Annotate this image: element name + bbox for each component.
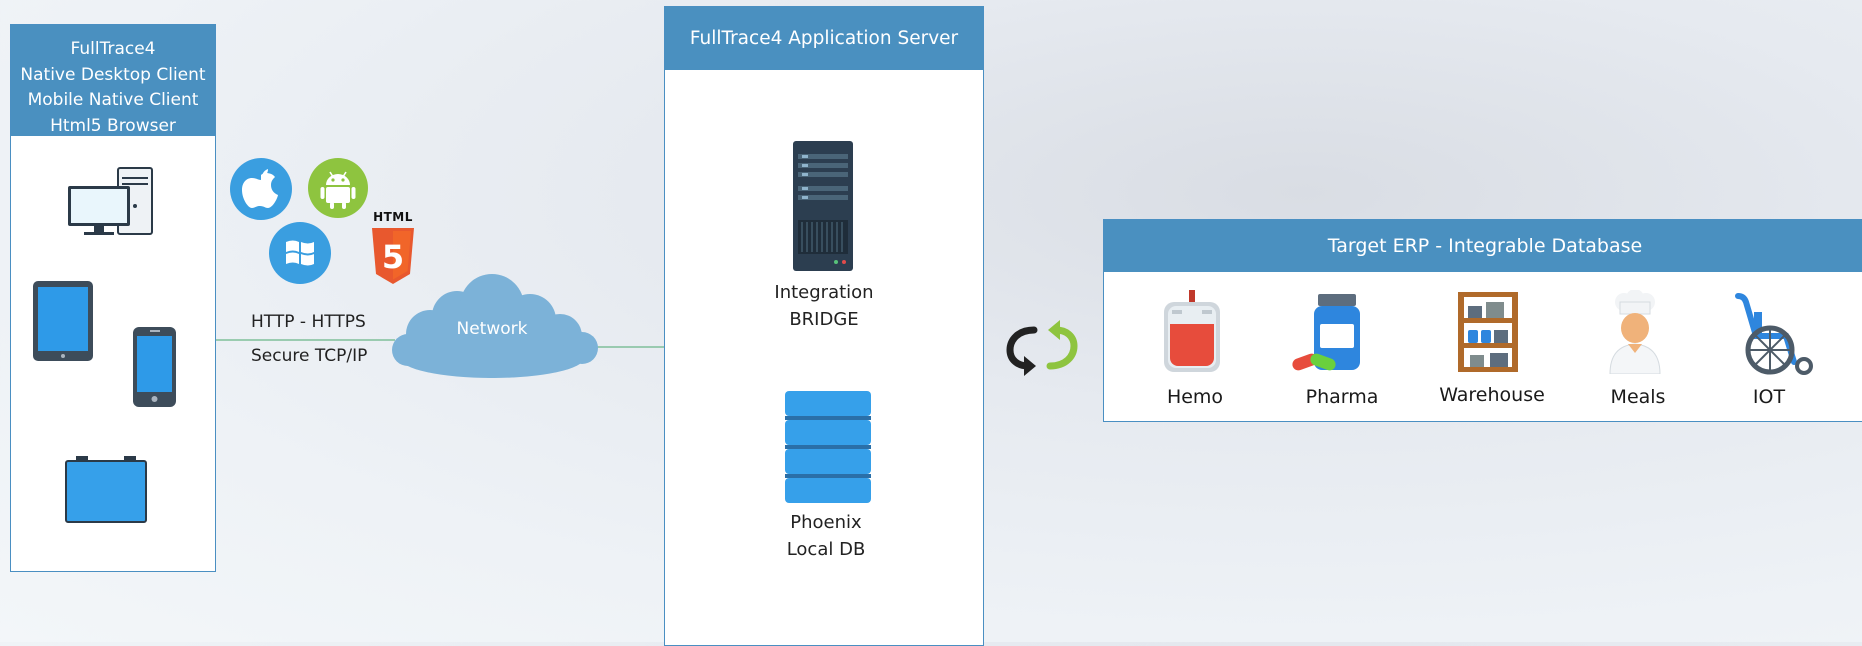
client-mobile-label: Mobile Native Client <box>27 90 199 110</box>
phoenix-db-label: Phoenix Local DB <box>766 509 886 563</box>
pill-bottle-icon <box>1292 294 1360 371</box>
client-desktop-label: Native Desktop Client <box>20 64 206 85</box>
client-title: FullTrace4 <box>70 39 156 59</box>
erp-module-warehouse: Warehouse <box>1439 384 1545 406</box>
apple-icon <box>230 158 292 220</box>
sync-arrows-icon <box>1006 320 1078 376</box>
server-title: FullTrace4 Application Server <box>665 7 983 70</box>
blood-bag-icon <box>1164 290 1220 372</box>
windows-icon <box>269 222 331 284</box>
integration-bridge-label: Integration BRIDGE <box>764 279 884 333</box>
erp-module-hemo: Hemo <box>1166 386 1224 408</box>
erp-module-iot: IOT <box>1752 386 1786 408</box>
tablet-icon <box>33 281 93 361</box>
wheelchair-icon <box>1735 293 1813 375</box>
network-cloud: Network <box>382 268 602 390</box>
network-label: Network <box>456 319 528 339</box>
phone-icon <box>133 327 176 407</box>
android-icon <box>308 158 368 218</box>
server-rack-icon <box>793 141 853 271</box>
local-db-label: Local DB <box>786 539 866 560</box>
chef-icon <box>1609 290 1661 374</box>
client-header: FullTrace4 Native Desktop Client Mobile … <box>11 25 215 136</box>
protocol-label: HTTP - HTTPS <box>251 312 366 332</box>
database-icon <box>785 391 871 503</box>
integration-label: Integration <box>774 282 874 303</box>
erp-module-meals: Meals <box>1610 386 1666 408</box>
phoenix-label: Phoenix <box>790 512 862 533</box>
erp-module-pharma: Pharma <box>1305 386 1379 408</box>
erp-title: Target ERP - Integrable Database <box>1104 220 1862 272</box>
desktop-computer-icon <box>68 167 153 235</box>
html5-label: HTML <box>373 210 413 224</box>
transport-label: Secure TCP/IP <box>251 346 368 366</box>
bridge-label: BRIDGE <box>789 309 859 330</box>
client-browser-label: Html5 Browser <box>50 115 176 136</box>
browser-window-icon <box>65 456 147 523</box>
warehouse-shelf-icon <box>1458 292 1518 372</box>
